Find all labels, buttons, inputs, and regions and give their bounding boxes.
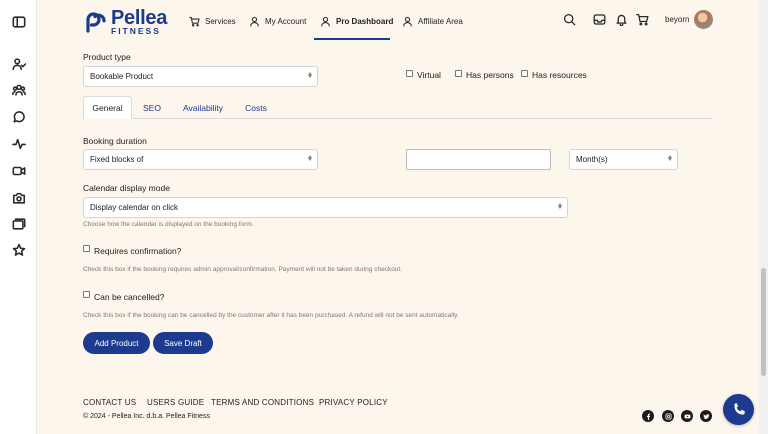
footer-terms[interactable]: TERMS AND CONDITIONS bbox=[211, 398, 314, 407]
facebook-icon[interactable] bbox=[642, 410, 654, 422]
nav-active-indicator bbox=[314, 38, 390, 40]
booking-duration-input[interactable] bbox=[406, 149, 551, 170]
star-icon[interactable] bbox=[11, 242, 26, 257]
footer-contact-us[interactable]: CONTACT US bbox=[83, 398, 136, 407]
calendar-mode-select[interactable]: Display calendar on click bbox=[83, 197, 568, 218]
logo-mark-icon bbox=[86, 12, 106, 33]
nav-services[interactable]: Services bbox=[189, 12, 236, 30]
nav-pro-dashboard[interactable]: Pro Dashboard bbox=[320, 12, 393, 30]
tab-seo[interactable]: SEO bbox=[137, 96, 167, 119]
nav-my-account-label: My Account bbox=[265, 16, 307, 26]
virtual-label: Virtual bbox=[417, 70, 441, 80]
main-content: Pellea FITNESS Services My Account Pro D… bbox=[37, 0, 759, 434]
requires-confirmation-label: Requires confirmation? bbox=[94, 246, 182, 256]
product-type-select[interactable]: Bookable Product bbox=[83, 66, 318, 87]
save-draft-button[interactable]: Save Draft bbox=[153, 332, 213, 354]
camera-icon[interactable] bbox=[11, 190, 26, 205]
booking-duration-unit-select[interactable]: Month(s) bbox=[569, 149, 678, 170]
avatar[interactable] bbox=[694, 10, 713, 29]
youtube-icon[interactable] bbox=[681, 410, 693, 422]
logo-tagline: FITNESS bbox=[111, 26, 161, 36]
user-icon bbox=[403, 16, 412, 27]
select-down-arrow-icon bbox=[668, 158, 672, 161]
booking-duration-label: Booking duration bbox=[83, 136, 147, 146]
tab-general[interactable]: General bbox=[83, 96, 132, 119]
product-type-value: Bookable Product bbox=[90, 72, 154, 81]
tab-costs[interactable]: Costs bbox=[240, 96, 272, 119]
user-icon bbox=[321, 16, 330, 27]
can-be-cancelled-help: Check this box if the booking can be can… bbox=[83, 312, 459, 319]
can-be-cancelled-label: Can be cancelled? bbox=[94, 292, 165, 302]
has-persons-label: Has persons bbox=[466, 70, 514, 80]
booking-duration-unit-value: Month(s) bbox=[576, 155, 608, 164]
requires-confirmation-checkbox[interactable] bbox=[83, 245, 90, 252]
calendar-mode-label: Calendar display mode bbox=[83, 183, 170, 193]
inbox-icon[interactable] bbox=[593, 13, 606, 26]
cart-icon[interactable] bbox=[636, 13, 649, 26]
logo-name: Pellea bbox=[111, 7, 168, 29]
scrollbar-thumb[interactable] bbox=[761, 268, 766, 376]
footer-users-guide[interactable]: USERS GUIDE bbox=[147, 398, 204, 407]
copyright: © 2024 - Pellea Inc. d.b.a. Pellea Fitne… bbox=[83, 413, 210, 420]
sidebar-toggle-icon[interactable] bbox=[11, 14, 26, 29]
chat-icon[interactable] bbox=[11, 109, 26, 124]
can-be-cancelled-checkbox[interactable] bbox=[83, 291, 90, 298]
users-icon[interactable] bbox=[11, 56, 26, 71]
search-icon[interactable] bbox=[563, 13, 576, 26]
twitter-icon[interactable] bbox=[700, 410, 712, 422]
requires-confirmation-help: Check this box if the booking requires a… bbox=[83, 266, 403, 273]
instagram-icon[interactable] bbox=[662, 410, 674, 422]
pellea-logo[interactable]: Pellea FITNESS bbox=[84, 8, 167, 36]
left-sidebar bbox=[0, 0, 37, 434]
user-icon bbox=[250, 16, 259, 27]
groups-icon[interactable] bbox=[11, 82, 26, 97]
tab-availability[interactable]: Availability bbox=[176, 96, 230, 119]
activity-icon[interactable] bbox=[11, 136, 26, 151]
nav-affiliate-area-label: Affiliate Area bbox=[418, 16, 463, 26]
nav-pro-dashboard-label: Pro Dashboard bbox=[336, 16, 394, 26]
virtual-checkbox[interactable] bbox=[406, 70, 413, 77]
has-resources-label: Has resources bbox=[532, 70, 587, 80]
video-icon[interactable] bbox=[11, 163, 26, 178]
calendar-mode-help: Choose how the calendar is displayed on … bbox=[83, 221, 254, 228]
select-down-arrow-icon bbox=[308, 158, 312, 161]
footer-privacy-policy[interactable]: PRIVACY POLICY bbox=[319, 398, 388, 407]
call-button[interactable] bbox=[723, 394, 754, 425]
cart-icon bbox=[189, 16, 200, 27]
nav-my-account[interactable]: My Account bbox=[249, 12, 306, 30]
gallery-icon[interactable] bbox=[11, 216, 26, 231]
product-type-label: Product type bbox=[83, 52, 131, 62]
phone-icon bbox=[733, 402, 745, 415]
add-product-button[interactable]: Add Product bbox=[83, 332, 150, 354]
booking-duration-type-select[interactable]: Fixed blocks of bbox=[83, 149, 318, 170]
username[interactable]: beyorn bbox=[665, 15, 689, 24]
page-scrollbar[interactable] bbox=[759, 0, 768, 434]
nav-services-label: Services bbox=[205, 16, 236, 26]
calendar-mode-value: Display calendar on click bbox=[90, 203, 179, 212]
select-down-arrow-icon bbox=[308, 75, 312, 78]
booking-duration-type-value: Fixed blocks of bbox=[90, 155, 144, 164]
bell-icon[interactable] bbox=[615, 13, 628, 27]
top-navbar: Pellea FITNESS Services My Account Pro D… bbox=[37, 0, 759, 41]
select-down-arrow-icon bbox=[558, 206, 562, 209]
has-resources-checkbox[interactable] bbox=[521, 70, 528, 77]
has-persons-checkbox[interactable] bbox=[455, 70, 462, 77]
nav-affiliate-area[interactable]: Affiliate Area bbox=[402, 12, 463, 30]
